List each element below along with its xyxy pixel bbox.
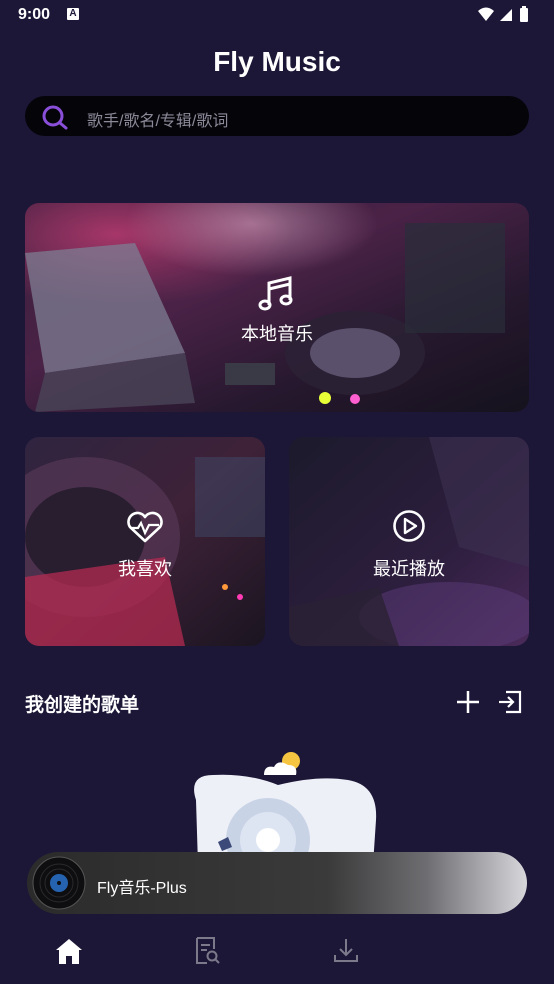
favorites-label: 我喜欢 <box>118 559 172 579</box>
favorites-card[interactable]: 我喜欢 <box>25 437 265 646</box>
home-icon[interactable] <box>52 935 86 967</box>
wifi-icon <box>478 7 494 21</box>
mini-player[interactable]: Fly音乐-Plus <box>27 852 527 914</box>
play-circle-icon <box>393 510 425 542</box>
signal-icon <box>500 9 512 21</box>
search-icon <box>42 105 68 130</box>
plus-icon[interactable] <box>454 688 482 716</box>
document-search-icon[interactable] <box>190 935 224 967</box>
import-icon[interactable] <box>498 688 524 716</box>
app-title: Fly Music <box>213 46 341 77</box>
heart-pulse-icon <box>127 511 163 543</box>
download-icon[interactable] <box>329 935 363 967</box>
vinyl-disc-icon <box>32 856 86 910</box>
player-song-title: Fly音乐-Plus <box>97 880 187 897</box>
status-icons <box>478 6 528 22</box>
status-time: 9:00 <box>18 6 51 23</box>
local-music-label: 本地音乐 <box>241 324 313 344</box>
local-music-card[interactable]: 本地音乐 <box>25 203 529 412</box>
a-letter-icon: A <box>67 8 79 20</box>
battery-icon <box>520 8 528 22</box>
status-bar: 9:00 A <box>0 0 554 32</box>
recent-card[interactable]: 最近播放 <box>289 437 529 646</box>
music-note-icon <box>258 276 293 311</box>
search-placeholder: 歌手/歌名/专辑/歌词 <box>87 113 229 130</box>
empty-playlist-illustration <box>194 752 377 865</box>
playlists-title: 我创建的歌单 <box>25 695 140 716</box>
search-input[interactable]: 歌手/歌名/专辑/歌词 <box>25 96 529 136</box>
bottom-tab-bar <box>0 915 554 984</box>
recent-label: 最近播放 <box>373 559 445 579</box>
